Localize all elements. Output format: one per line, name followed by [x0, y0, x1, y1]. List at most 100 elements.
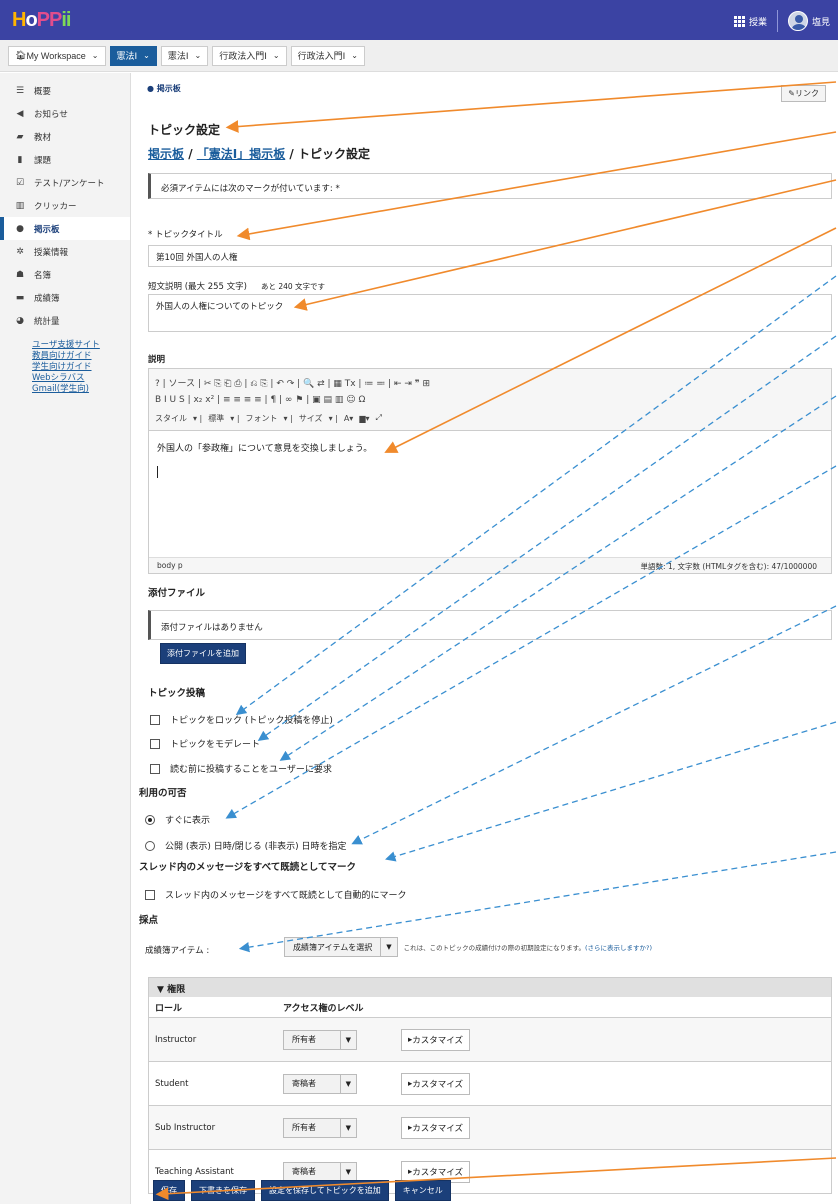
- post-first-checkbox[interactable]: [150, 763, 160, 774]
- editor-toolbar: ? | ソース | ✂ ⎘ ⎗ ⎙ | ⎌ ⎘ | ↶ ↷ | 🔍 ⇄ | ▦ …: [149, 369, 831, 431]
- sidebar-item-tests[interactable]: ☑ テスト/アンケート: [0, 171, 130, 194]
- size-dropdown[interactable]: サイズ: [299, 413, 323, 424]
- post-first-option[interactable]: 読む前に投稿することをユーザーに要求: [150, 762, 332, 775]
- site-tab-my-workspace[interactable]: 🏠︎ My Workspace ⌄: [8, 45, 106, 66]
- save-and-add-button[interactable]: 設定を保存してトピックを追加: [261, 1180, 389, 1201]
- permissions-header[interactable]: ▼ 権限: [149, 978, 831, 997]
- gear-icon: ✲: [16, 246, 24, 257]
- show-now-option[interactable]: すぐに表示: [145, 813, 210, 826]
- chevron-down-icon: ▼: [339, 1030, 356, 1049]
- sidebar-item-overview[interactable]: ☰ 概要: [0, 79, 130, 102]
- chevron-down-icon[interactable]: ⌄: [351, 51, 358, 60]
- add-attachment-button[interactable]: 添付ファイルを追加: [160, 643, 246, 664]
- text-caret: [157, 466, 158, 478]
- sidebar-item-site-info[interactable]: ✲ 授業情報: [0, 240, 130, 263]
- editor-toolbar-row-1[interactable]: ? | ソース | ✂ ⎘ ⎗ ⎙ | ⎌ ⎘ | ↶ ↷ | 🔍 ⇄ | ▦ …: [155, 373, 825, 391]
- customize-button[interactable]: ▸ カスタマイズ: [401, 1072, 471, 1095]
- site-tab-kenpo-1[interactable]: 憲法Ⅰ ⌄: [160, 45, 209, 66]
- editor-toolbar-row-2[interactable]: B I U S | x₂ x² | ≡ ≡ ≡ ≡ | ¶ | ∞ ⚑ | ▣ …: [155, 391, 825, 409]
- link-gmail[interactable]: Gmail(学生向): [32, 384, 130, 395]
- hoppii-logo[interactable]: HoPPii: [12, 9, 71, 32]
- chevron-down-icon[interactable]: ▾ |: [193, 414, 202, 423]
- editor-content[interactable]: 外国人の「参政権」について意見を交換しましょう。: [149, 431, 831, 558]
- chevron-down-icon[interactable]: ⌄: [143, 51, 150, 60]
- required-notice: 必須アイテムには次のマークが付いています: *: [148, 173, 832, 199]
- show-now-radio[interactable]: [145, 814, 155, 825]
- customize-button[interactable]: ▸ カスタマイズ: [401, 1116, 471, 1139]
- sidebar-item-clicker[interactable]: ▥ クリッカー: [0, 194, 130, 217]
- access-level-select[interactable]: 寄稿者 ▼: [283, 1073, 357, 1094]
- permissions-panel: ▼ 権限 ロール アクセス権のレベル Instructor 所有者 ▼ ▸ カスタ…: [148, 977, 832, 1194]
- cancel-button[interactable]: キャンセル: [394, 1180, 451, 1201]
- link-web-syllabus[interactable]: Webシラバス: [32, 373, 130, 384]
- chevron-down-icon[interactable]: ⌄: [92, 51, 99, 60]
- customize-button[interactable]: ▸ カスタマイズ: [401, 1028, 471, 1051]
- arrow-to-title: [225, 81, 837, 133]
- bg-color-icon[interactable]: ▆▾: [359, 414, 369, 423]
- sidebar-item-statistics[interactable]: ◕ 統計量: [0, 309, 130, 332]
- chevron-down-icon: ▼: [380, 938, 396, 956]
- sidebar-item-assignments[interactable]: ▮ 課題: [0, 148, 130, 171]
- sidebar-item-resources[interactable]: ▰ 教材: [0, 125, 130, 148]
- breadcrumb-forums[interactable]: 掲示板: [148, 147, 184, 161]
- editor-status-bar: body p 単語数: 1, 文字数 (HTMLタグを含む): 47/10000…: [149, 557, 831, 573]
- tool-title[interactable]: ● 掲示板: [147, 83, 181, 94]
- text-color-icon[interactable]: A▾: [344, 414, 354, 423]
- link-icon: ✎: [788, 89, 795, 98]
- auto-mark-read-checkbox[interactable]: [145, 889, 155, 900]
- chevron-down-icon: ▼: [339, 1118, 356, 1137]
- permission-row: Instructor 所有者 ▼ ▸ カスタマイズ: [149, 1017, 831, 1061]
- access-level-select[interactable]: 所有者 ▼: [283, 1029, 357, 1050]
- link-student-guide[interactable]: 学生向けガイド: [32, 362, 130, 373]
- lock-topic-option[interactable]: トピックをロック (トピック投稿を停止): [150, 713, 333, 726]
- pie-chart-icon: ◕: [16, 315, 24, 326]
- chevron-down-icon[interactable]: ⌄: [273, 51, 280, 60]
- home-icon: 🏠︎: [15, 50, 27, 60]
- sidebar-item-forums[interactable]: ● 掲示板: [0, 217, 130, 240]
- style-dropdown[interactable]: スタイル: [155, 413, 187, 424]
- short-desc-label: 短文説明 (最大 255 文字) あと 240 文字です: [148, 282, 326, 292]
- word-count: 単語数: 1, 文字数 (HTMLタグを含む): 47/1000000: [640, 562, 817, 571]
- topic-title-label: * トピックタイトル: [148, 230, 223, 240]
- access-level-select[interactable]: 所有者 ▼: [283, 1117, 357, 1138]
- site-tab-gyoseiho-1[interactable]: 行政法入門Ⅰ ⌄: [212, 45, 287, 66]
- moderate-topic-checkbox[interactable]: [150, 738, 160, 749]
- courses-menu[interactable]: 授業: [749, 15, 767, 28]
- save-draft-button[interactable]: 下書きを保存: [191, 1180, 255, 1201]
- topic-title-input[interactable]: 第10回 外国人の人権: [148, 245, 832, 267]
- auto-mark-read-option[interactable]: スレッド内のメッセージをすべて既読として自動的にマーク: [145, 888, 407, 901]
- caret-down-icon: ▼: [157, 985, 168, 995]
- gradebook-item-select[interactable]: 成績簿アイテムを選択 ▼: [284, 937, 398, 957]
- chevron-down-icon[interactable]: ▾ |: [329, 414, 338, 423]
- user-name[interactable]: 塩見: [812, 15, 830, 28]
- schedule-option[interactable]: 公開 (表示) 日時/閉じる (非表示) 日時を指定: [145, 839, 347, 852]
- schedule-radio[interactable]: [145, 840, 155, 851]
- chevron-down-icon[interactable]: ⌄: [195, 51, 202, 60]
- breadcrumb-forum[interactable]: 「憲法Ⅰ」掲示板: [197, 147, 285, 161]
- arrow-to-mark-read: [351, 605, 837, 845]
- moderate-topic-option[interactable]: トピックをモデレート: [150, 737, 260, 750]
- site-tab-kenpo-1-active[interactable]: 憲法Ⅰ ⌄: [109, 45, 157, 66]
- sidebar-item-roster[interactable]: ☗ 名簿: [0, 263, 130, 286]
- site-tab-gyoseiho-2[interactable]: 行政法入門Ⅰ ⌄: [290, 45, 365, 66]
- user-avatar[interactable]: [787, 11, 808, 31]
- list-icon: ☰: [15, 85, 25, 96]
- save-button[interactable]: 保存: [153, 1180, 185, 1201]
- font-dropdown[interactable]: フォント: [246, 413, 278, 424]
- sidebar-item-gradebook[interactable]: ▬ 成績簿: [0, 286, 130, 309]
- chevron-down-icon: ▼: [339, 1162, 356, 1181]
- apps-grid-icon[interactable]: [733, 15, 745, 27]
- lock-topic-checkbox[interactable]: [150, 714, 160, 725]
- link-button[interactable]: ✎リンク: [781, 85, 826, 102]
- link-teacher-guide[interactable]: 教員向けガイド: [32, 351, 130, 362]
- short-desc-textarea[interactable]: 外国人の人権についてのトピック: [148, 294, 832, 332]
- chevron-down-icon[interactable]: ▾ |: [230, 414, 239, 423]
- chevron-down-icon[interactable]: ▾ |: [284, 414, 293, 423]
- access-level-select[interactable]: 寄稿者 ▼: [283, 1161, 357, 1182]
- link-user-support[interactable]: ユーザ支援サイト: [32, 340, 130, 351]
- maximize-icon[interactable]: ⤢: [376, 413, 382, 423]
- format-dropdown[interactable]: 標準: [208, 413, 224, 424]
- sidebar-item-announcements[interactable]: ◀ お知らせ: [0, 102, 130, 125]
- grading-more-link[interactable]: (さらに表示しますか?): [585, 942, 652, 952]
- breadcrumb: 掲示板 / 「憲法Ⅰ」掲示板 / トピック設定: [148, 147, 370, 161]
